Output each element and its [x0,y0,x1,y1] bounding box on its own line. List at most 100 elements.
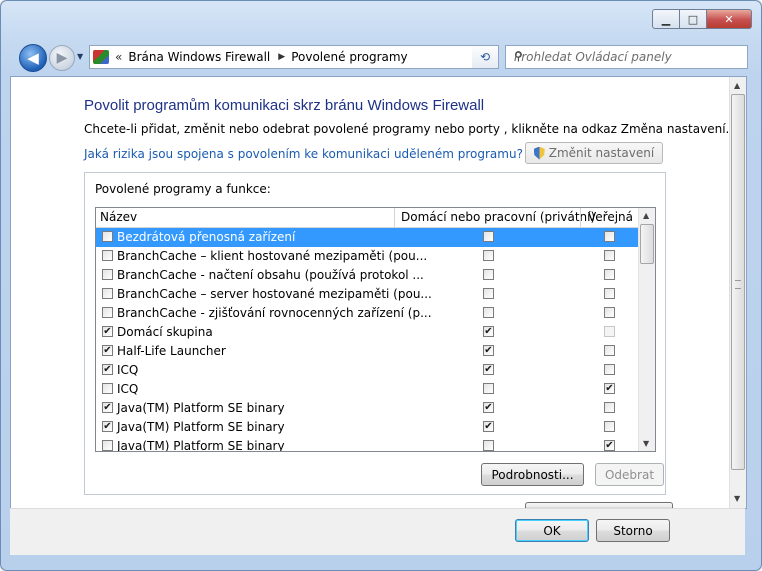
risk-info-link[interactable]: Jaká rizika jsou spojena s povolením ke … [84,147,523,161]
domestic-checkbox[interactable] [483,250,494,261]
ok-button[interactable]: OK [515,519,589,542]
public-checkbox[interactable] [604,250,615,261]
breadcrumb-allowed-programs[interactable]: Povolené programy [291,50,407,64]
scroll-down-icon[interactable]: ▼ [643,439,649,448]
program-row[interactable]: BranchCache - načtení obsahu (používá pr… [96,266,638,285]
group-label: Povolené programy a funkce: [95,182,271,196]
domestic-checkbox[interactable]: ✔ [483,364,494,375]
page-title: Povolit programům komunikaci skrz bránu … [84,97,485,114]
program-enabled-checkbox[interactable]: ✔ [102,364,113,375]
scroll-thumb[interactable] [731,94,745,470]
program-row[interactable]: ICQ ✔ [96,380,638,399]
search-input[interactable]: Prohledat Ovládací panely ⚲ [505,45,748,69]
domestic-checkbox[interactable] [483,288,494,299]
domestic-checkbox[interactable] [483,269,494,280]
program-enabled-checkbox[interactable]: ✔ [102,345,113,356]
program-name: Half-Life Launcher [117,344,226,358]
page-description: Chcete-li přidat, změnit nebo odebrat po… [84,122,730,136]
column-name[interactable]: Název [100,210,137,224]
program-enabled-checkbox[interactable] [102,383,113,394]
scroll-thumb[interactable] [640,224,654,264]
program-name: Bezdrátová přenosná zařízení [117,230,296,244]
breadcrumb-firewall[interactable]: Brána Windows Firewall [128,50,270,64]
scroll-down-icon[interactable]: ▼ [734,494,740,503]
program-rows: Bezdrátová přenosná zařízení BranchCache … [96,228,638,451]
program-name: Java(TM) Platform SE binary [117,420,285,434]
program-enabled-checkbox[interactable] [102,231,113,242]
public-checkbox[interactable] [604,269,615,280]
public-checkbox[interactable] [604,421,615,432]
program-row[interactable]: Bezdrátová přenosná zařízení [96,228,638,247]
back-button[interactable]: ◀ [19,44,47,72]
program-name: BranchCache – klient hostované mezipamět… [117,249,428,263]
domestic-checkbox[interactable]: ✔ [483,421,494,432]
program-enabled-checkbox[interactable] [102,440,113,451]
remove-button[interactable]: Odebrat [595,463,664,486]
program-enabled-checkbox[interactable] [102,250,113,261]
shield-icon [533,146,545,160]
column-divider[interactable] [580,208,581,227]
column-divider[interactable] [394,208,395,227]
scroll-up-icon[interactable]: ▲ [734,81,740,90]
program-enabled-checkbox[interactable]: ✔ [102,402,113,413]
program-enabled-checkbox[interactable] [102,269,113,280]
public-checkbox[interactable] [604,288,615,299]
program-row[interactable]: BranchCache – klient hostované mezipamět… [96,247,638,266]
public-checkbox[interactable] [604,364,615,375]
content-pane: Povolit programům komunikaci skrz bránu … [10,76,747,511]
recent-pages-dropdown-icon[interactable]: ▼ [77,52,83,61]
maximize-button[interactable]: □ [680,9,707,29]
public-checkbox[interactable] [604,345,615,356]
public-checkbox[interactable]: ✔ [604,440,615,451]
domestic-checkbox[interactable] [483,307,494,318]
program-name: BranchCache - zjišťování rovnocenných za… [117,306,432,320]
domestic-checkbox[interactable] [483,440,494,451]
program-enabled-checkbox[interactable]: ✔ [102,326,113,337]
minimize-button[interactable]: ▁ [652,9,680,29]
cancel-button[interactable]: Storno [596,519,670,542]
close-button[interactable]: ✕ [707,9,752,29]
domestic-checkbox[interactable]: ✔ [483,345,494,356]
domestic-checkbox[interactable]: ✔ [483,326,494,337]
dialog-footer: OK Storno [10,508,745,555]
page-scrollbar[interactable]: ▲ ▼ [729,77,746,508]
breadcrumb-overflow[interactable]: « [115,50,122,64]
program-row[interactable]: ✔ Half-Life Launcher ✔ [96,342,638,361]
control-panel-icon [93,50,109,64]
search-icon[interactable]: ⚲ [514,49,742,63]
scroll-grip [735,280,741,289]
public-checkbox[interactable] [604,307,615,318]
domestic-checkbox[interactable] [483,231,494,242]
public-checkbox[interactable] [604,326,615,337]
program-name: BranchCache - načtení obsahu (používá pr… [117,268,424,282]
program-row[interactable]: BranchCache – server hostované mezipamět… [96,285,638,304]
program-row[interactable]: ✔ Java(TM) Platform SE binary ✔ [96,399,638,418]
program-row[interactable]: Java(TM) Platform SE binary ✔ [96,437,638,451]
scroll-up-icon[interactable]: ▲ [643,211,649,220]
program-row[interactable]: ✔ ICQ ✔ [96,361,638,380]
program-enabled-checkbox[interactable] [102,307,113,318]
details-button[interactable]: Podrobnosti... [481,463,584,486]
change-settings-button[interactable]: Změnit nastavení [525,142,663,164]
program-enabled-checkbox[interactable]: ✔ [102,421,113,432]
program-row[interactable]: ✔ Domácí skupina ✔ [96,323,638,342]
address-bar[interactable]: « Brána Windows Firewall ▶ Povolené prog… [89,45,499,69]
program-row[interactable]: ✔ Java(TM) Platform SE binary ✔ [96,418,638,437]
breadcrumb-separator-icon[interactable]: ▶ [278,52,285,62]
domestic-checkbox[interactable] [483,383,494,394]
program-name: Java(TM) Platform SE binary [117,401,285,415]
public-checkbox[interactable]: ✔ [604,383,615,394]
program-enabled-checkbox[interactable] [102,288,113,299]
column-domestic[interactable]: Domácí nebo pracovní (privátní) [401,210,595,224]
program-row[interactable]: BranchCache - zjišťování rovnocenných za… [96,304,638,323]
column-public[interactable]: Veřejná [588,210,633,224]
refresh-button[interactable]: ⟲ [472,45,499,69]
programs-list[interactable]: Název Domácí nebo pracovní (privátní) Ve… [95,207,656,452]
domestic-checkbox[interactable]: ✔ [483,402,494,413]
public-checkbox[interactable] [604,231,615,242]
program-name: Domácí skupina [117,325,213,339]
list-scrollbar[interactable]: ▲ ▼ [638,208,655,451]
public-checkbox[interactable] [604,402,615,413]
forward-button[interactable]: ▶ [49,45,75,71]
program-name: ICQ [117,382,139,396]
